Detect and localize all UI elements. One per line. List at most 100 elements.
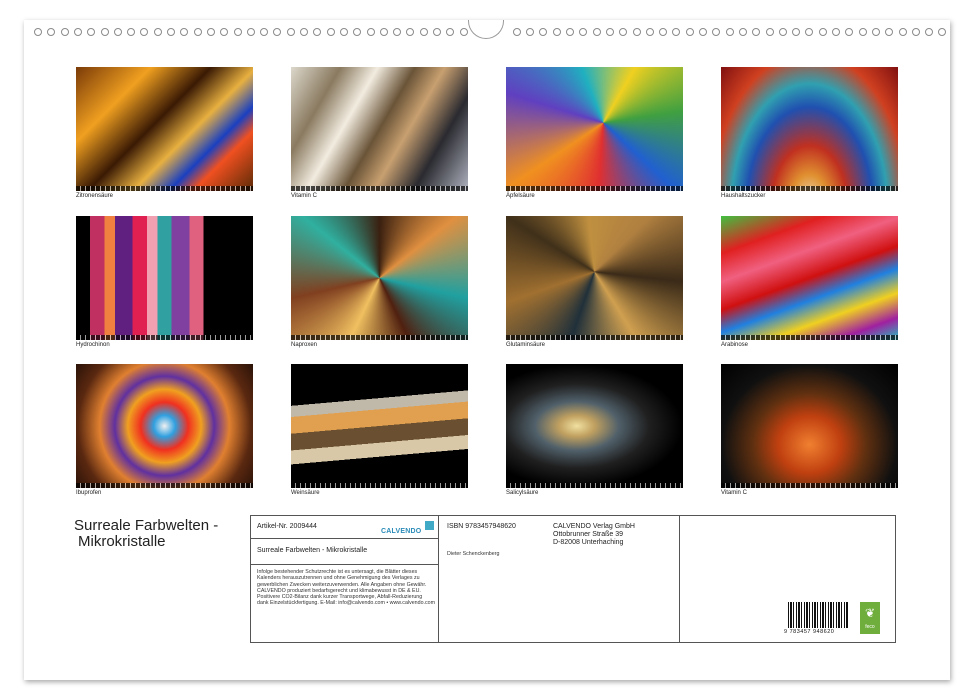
binding-ring <box>792 28 801 36</box>
binding-ring <box>685 28 694 36</box>
binding-ring <box>858 28 867 36</box>
tile-11: Salicylsäure <box>506 364 683 497</box>
crystal-photo <box>291 364 468 488</box>
tile-9: Ibuprofen <box>76 364 253 497</box>
info-column-3: 9 783457 948620 ❦ feco <box>680 516 895 642</box>
binding-ring <box>206 28 215 36</box>
tile-caption: Zitronensäure <box>76 193 114 199</box>
binding-ring <box>339 28 348 36</box>
binding-ring <box>406 28 415 36</box>
crystal-photo <box>721 364 898 488</box>
crystal-photo <box>506 364 683 488</box>
info-column-2: ISBN 9783457948620 Dieter Schenckenberg … <box>439 516 680 642</box>
binding-ring <box>938 28 947 36</box>
binding-ring <box>113 28 122 36</box>
publisher-line-1: CALVENDO Verlag GmbH <box>553 523 635 530</box>
eco-label: feco <box>865 624 875 630</box>
calvendo-logo: CALVENDO <box>381 520 434 538</box>
binding-ring <box>300 28 308 36</box>
tile-caption: Haushaltszucker <box>721 193 766 199</box>
isbn: ISBN 9783457948620 <box>447 523 516 530</box>
binding-ring <box>659 28 668 36</box>
binding-ring <box>552 28 561 36</box>
crystal-photo <box>76 67 253 191</box>
binding-ring <box>925 28 934 36</box>
tile-4: Haushaltszucker <box>721 67 898 200</box>
binding-ring <box>233 28 242 36</box>
binding-ring <box>73 28 82 36</box>
divider <box>251 538 438 539</box>
binding-ring <box>885 28 894 36</box>
binding-ring <box>712 28 721 36</box>
binding-ring <box>619 28 628 36</box>
binding-ring <box>818 28 827 36</box>
tile-caption: Naproxen <box>291 342 318 348</box>
calvendo-mark-icon <box>425 521 434 530</box>
tile-caption: Arabinose <box>721 342 749 348</box>
binding-ring <box>353 28 362 36</box>
tile-caption: Vitamin C <box>291 193 317 199</box>
publisher-line-2: Ottobrunner Straße 39 <box>553 531 624 538</box>
tile-caption: Vitamin C <box>721 490 747 496</box>
tile-8: Arabinose <box>721 216 898 349</box>
binding-ring <box>632 28 641 36</box>
binding-ring <box>725 28 734 36</box>
tile-caption: Äpfelsäure <box>506 193 535 199</box>
tile-10: Weinsäure <box>291 364 468 497</box>
binding-ring <box>313 28 322 36</box>
binding-ring <box>286 28 295 36</box>
binding-ring <box>246 28 255 36</box>
brand-name: CALVENDO <box>381 528 422 535</box>
binding-ring <box>153 28 162 36</box>
tile-1: Zitronensäure <box>76 67 253 200</box>
title-line-2: Mikrokristalle <box>78 533 166 550</box>
divider <box>251 564 438 565</box>
binding-ring <box>805 28 814 36</box>
binding-ring <box>592 28 601 36</box>
crystal-photo <box>76 364 253 488</box>
tile-caption: Ibuprofen <box>76 490 102 496</box>
binding-ring <box>393 28 402 36</box>
binding-ring <box>459 28 468 36</box>
binding-ring <box>167 28 175 36</box>
binding-ring <box>871 28 880 36</box>
tile-caption: Salicylsäure <box>506 490 539 496</box>
binding-ring <box>433 28 441 36</box>
binding-ring <box>845 28 854 36</box>
crystal-photo <box>506 216 683 340</box>
calendar-title: Surreale Farbwelten - Mikrokristalle <box>74 518 218 550</box>
binding-ring <box>699 28 707 36</box>
tile-3: Äpfelsäure <box>506 67 683 200</box>
binding-ring <box>898 28 907 36</box>
barcode-number: 9 783457 948620 <box>784 629 835 635</box>
eco-leaf-icon: ❦ feco <box>860 602 880 634</box>
publisher-line-3: D-82008 Unterhaching <box>553 539 624 546</box>
article-number: Artikel-Nr. 2009444 <box>257 523 317 530</box>
binding-ring <box>778 28 787 36</box>
binding-ring <box>832 28 840 36</box>
tile-7: Glutaminsäure <box>506 216 683 349</box>
binding-ring <box>579 28 588 36</box>
binding-ring <box>605 28 614 36</box>
binding-ring <box>366 28 375 36</box>
binding-ring <box>140 28 149 36</box>
crystal-photo <box>721 67 898 191</box>
binding-ring <box>34 28 42 36</box>
info-box: Artikel-Nr. 2009444 CALVENDO Surreale Fa… <box>250 515 896 643</box>
binding-ring <box>220 28 229 36</box>
binding-ring <box>326 28 335 36</box>
title-line-1: Surreale Farbwelten - <box>74 517 219 534</box>
tile-2: Vitamin C <box>291 67 468 200</box>
binding-ring <box>379 28 388 36</box>
tile-12: Vitamin C <box>721 364 898 497</box>
binding-ring <box>419 28 428 36</box>
product-title: Surreale Farbwelten - Mikrokristalle <box>257 547 368 554</box>
binding-ring <box>911 28 920 36</box>
binding-ring <box>60 28 69 36</box>
crystal-photo <box>291 216 468 340</box>
binding-ring <box>765 28 774 36</box>
publisher-address: CALVENDO Verlag GmbH Ottobrunner Straße … <box>553 523 635 547</box>
binding-ring <box>738 28 747 36</box>
author: Dieter Schenckenberg <box>447 551 500 557</box>
binding-ring <box>273 28 282 36</box>
